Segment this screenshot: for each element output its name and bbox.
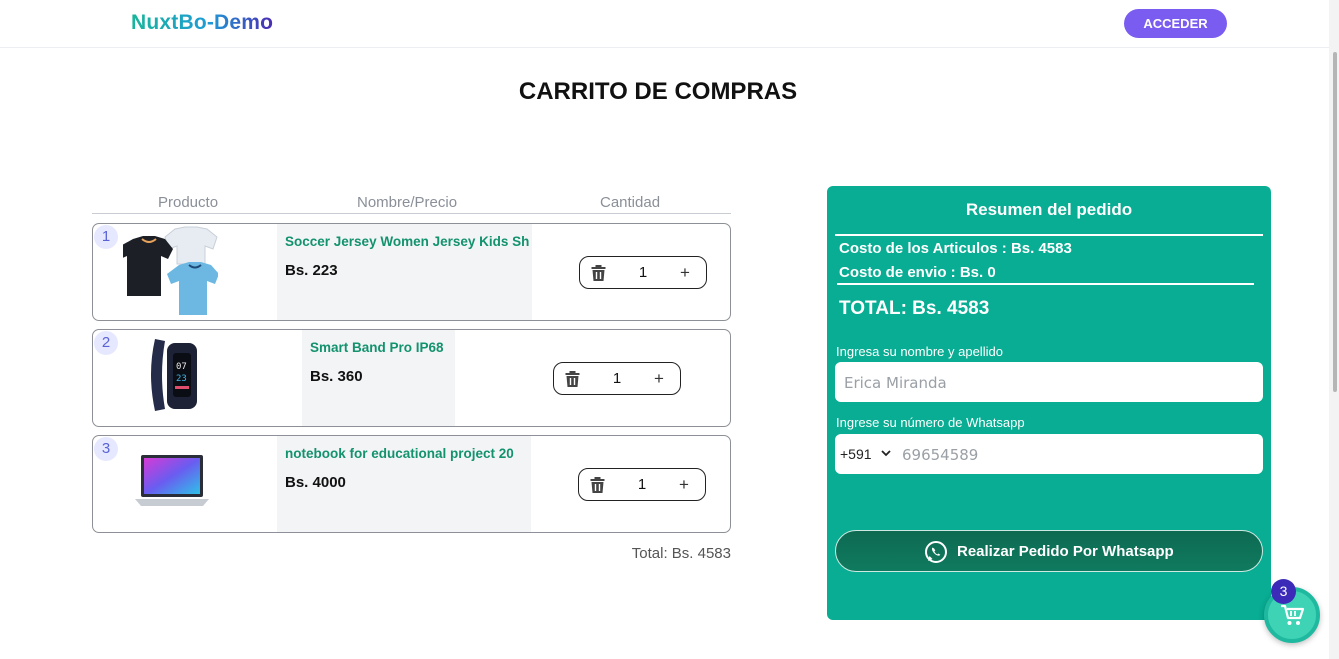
product-name[interactable]: notebook for educational project 20	[285, 446, 514, 461]
trash-icon[interactable]	[589, 476, 606, 494]
item-index-badge: 2	[94, 331, 118, 355]
column-header-name-price: Nombre/Precio	[357, 194, 458, 211]
svg-text:23: 23	[176, 374, 187, 384]
page-scrollbar[interactable]	[1329, 0, 1339, 659]
smartband-image: 07 23	[151, 339, 197, 411]
column-header-quantity: Cantidad	[600, 194, 661, 211]
cart-item: 1 Soccer Jersey Women Jersey Kids Sh Bs.…	[92, 223, 731, 321]
svg-text:07: 07	[176, 362, 187, 372]
product-name[interactable]: Smart Band Pro IP68	[310, 340, 444, 355]
cart-table-header: Producto Nombre/Precio Cantidad	[92, 192, 731, 214]
quantity-value: 1	[638, 264, 648, 281]
cart-count-badge: 3	[1271, 579, 1296, 604]
page-title: CARRITO DE COMPRAS	[518, 78, 798, 105]
login-button[interactable]: ACCEDER	[1124, 9, 1227, 38]
product-price: Bs. 360	[310, 368, 363, 385]
cart-item: 2 07 23 Smart Band Pro IP68 Bs. 360 1 +	[92, 329, 731, 427]
quantity-value: 1	[637, 476, 647, 493]
shopping-cart-icon	[1281, 604, 1305, 625]
trash-icon[interactable]	[564, 370, 581, 388]
cart-item: 3 notebook for educational project 20 Bs…	[92, 435, 731, 533]
quantity-value: 1	[612, 370, 622, 387]
phone-field[interactable]: +591 69654589	[835, 434, 1263, 474]
quantity-stepper: 1 +	[579, 256, 707, 289]
notebook-image	[135, 455, 209, 506]
jersey-image	[123, 226, 218, 315]
quantity-stepper: 1 +	[578, 468, 706, 501]
shipping-cost: Costo de envio : Bs. 0	[839, 264, 996, 281]
whatsapp-icon	[925, 541, 947, 563]
item-info: Soccer Jersey Women Jersey Kids Sh Bs. 2…	[277, 224, 532, 320]
item-info: Smart Band Pro IP68 Bs. 360	[302, 330, 455, 426]
country-code-select[interactable]: +591	[840, 446, 872, 462]
quantity-stepper: 1 +	[553, 362, 681, 395]
top-navbar: NuxtBo-Demo ACCEDER	[0, 0, 1339, 48]
scrollbar-thumb[interactable]	[1333, 52, 1337, 392]
name-field[interactable]: Erica Miranda	[835, 362, 1263, 402]
cart-total: Total: Bs. 4583	[631, 545, 731, 562]
product-name[interactable]: Soccer Jersey Women Jersey Kids Sh	[285, 234, 529, 249]
phone-placeholder: 69654589	[902, 446, 979, 464]
item-index-badge: 1	[94, 225, 118, 249]
increment-button[interactable]: +	[654, 369, 664, 389]
whatsapp-order-button[interactable]: Realizar Pedido Por Whatsapp	[835, 530, 1263, 572]
phone-field-label: Ingrese su número de Whatsapp	[836, 415, 1025, 430]
divider	[837, 283, 1254, 285]
item-index-badge: 3	[94, 437, 118, 461]
trash-icon[interactable]	[590, 264, 607, 282]
divider	[835, 234, 1263, 236]
increment-button[interactable]: +	[679, 475, 689, 495]
increment-button[interactable]: +	[680, 263, 690, 283]
name-field-label: Ingresa su nombre y apellido	[836, 344, 1003, 359]
order-summary-panel: Resumen del pedido Costo de los Articulo…	[827, 186, 1271, 620]
chevron-down-icon[interactable]	[881, 449, 891, 457]
product-price: Bs. 223	[285, 262, 338, 279]
column-header-product: Producto	[158, 194, 219, 211]
product-price: Bs. 4000	[285, 474, 346, 491]
brand-logo[interactable]: NuxtBo-Demo	[131, 11, 273, 35]
name-placeholder: Erica Miranda	[844, 374, 947, 392]
whatsapp-button-label: Realizar Pedido Por Whatsapp	[957, 543, 1174, 560]
summary-title: Resumen del pedido	[965, 200, 1133, 219]
item-info: notebook for educational project 20 Bs. …	[277, 436, 531, 532]
items-cost: Costo de los Articulos : Bs. 4583	[839, 240, 1072, 257]
summary-total: TOTAL: Bs. 4583	[839, 298, 990, 319]
